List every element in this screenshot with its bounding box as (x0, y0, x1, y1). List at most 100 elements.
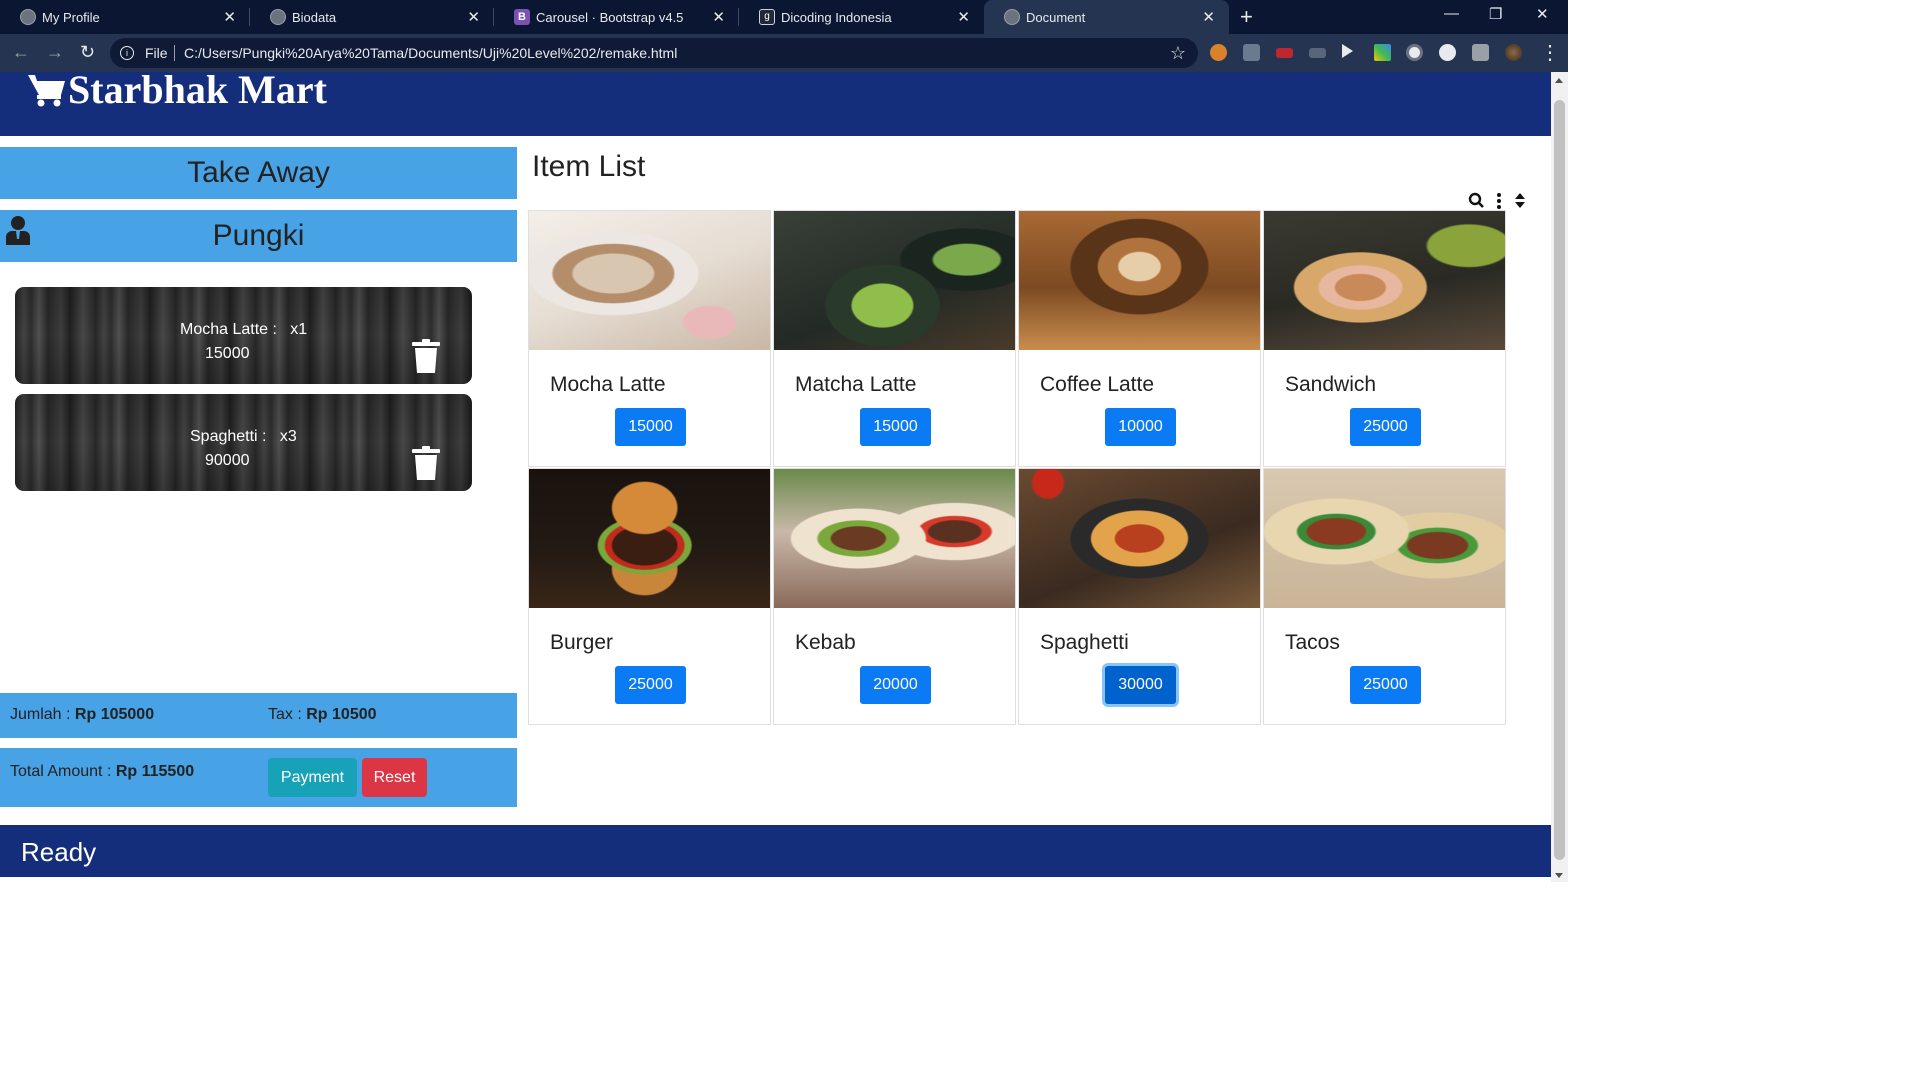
scrollbar-thumb[interactable] (1554, 100, 1565, 860)
reset-button[interactable]: Reset (362, 758, 427, 797)
sort-icon[interactable] (1515, 193, 1525, 208)
payment-button[interactable]: Payment (268, 758, 357, 797)
menu-item-card[interactable]: Burger 25000 (528, 468, 771, 725)
address-divider (174, 45, 175, 61)
cart-item: Mocha Latte : x1 15000 (15, 287, 472, 384)
brand-logo[interactable]: Starbhak Mart (28, 72, 327, 113)
tax-amount: Tax : Rp 10500 (268, 706, 377, 723)
menu-item-price-button[interactable]: 15000 (860, 408, 931, 446)
page-viewport: Starbhak Mart Take Away Pungki Mocha Lat… (0, 72, 1551, 882)
address-url[interactable]: C:/Users/Pungki%20Arya%20Tama/Documents/… (184, 38, 677, 68)
order-mode-header: Take Away (0, 147, 517, 199)
minimize-icon[interactable]: — (1444, 5, 1459, 22)
close-tab-icon[interactable]: ✕ (467, 8, 480, 26)
matcha-latte-photo (774, 211, 1015, 350)
avatar[interactable] (1505, 44, 1522, 61)
subtotal-amount: Jumlah : Rp 105000 (10, 706, 155, 723)
menu-item-card[interactable]: Mocha Latte 15000 (528, 210, 771, 467)
browser-toolbar: ← → ↻ i File C:/Users/Pungki%20Arya%20Ta… (0, 34, 1568, 72)
tab-carousel-bootstrap[interactable]: B Carousel · Bootstrap v4.5 ✕ (494, 0, 739, 34)
tab-dicoding[interactable]: g Dicoding Indonesia ✕ (739, 0, 984, 34)
menu-item-price-button[interactable]: 25000 (1350, 408, 1421, 446)
menu-item-name: Kebab (795, 631, 856, 654)
mocha-latte-photo (529, 211, 770, 350)
sandwich-photo (1264, 211, 1505, 350)
spaghetti-photo (1019, 469, 1260, 608)
page-scrollbar[interactable] (1551, 72, 1568, 882)
globe-icon (20, 9, 36, 25)
browser-tab-strip: My Profile ✕ Biodata ✕ B Carousel · Boot… (0, 0, 1568, 34)
extension-icon[interactable] (1342, 44, 1353, 58)
reload-icon[interactable]: ↻ (80, 42, 95, 63)
back-icon[interactable]: ← (12, 42, 30, 63)
globe-icon (270, 9, 286, 25)
trash-icon[interactable] (412, 446, 440, 480)
close-tab-icon[interactable]: ✕ (712, 8, 725, 26)
dicoding-icon: g (759, 9, 775, 25)
total-amount: Total Amount : Rp 115500 (10, 763, 195, 780)
scroll-down-icon[interactable] (1555, 873, 1563, 878)
restore-icon[interactable]: ❐ (1489, 5, 1502, 23)
tab-title: Document (1026, 9, 1086, 25)
tab-my-profile[interactable]: My Profile ✕ (0, 0, 250, 34)
menu-item-card[interactable]: Tacos 25000 (1263, 468, 1506, 725)
globe-icon (1004, 9, 1020, 25)
extension-icon[interactable] (1374, 44, 1391, 61)
cart-item-name-qty: Mocha Latte : x1 (180, 321, 308, 338)
menu-item-card[interactable]: Matcha Latte 15000 (773, 210, 1016, 467)
window-close-icon[interactable]: ✕ (1536, 5, 1549, 23)
menu-item-card[interactable]: Sandwich 25000 (1263, 210, 1506, 467)
trash-icon[interactable] (412, 339, 440, 373)
item-list-title: Item List (532, 150, 646, 183)
burger-photo (529, 469, 770, 608)
menu-item-price-button[interactable]: 30000 (1105, 666, 1176, 704)
menu-item-name: Spaghetti (1040, 631, 1129, 654)
menu-item-card[interactable]: Coffee Latte 10000 (1018, 210, 1261, 467)
tab-document[interactable]: Document ✕ (984, 0, 1229, 34)
tab-biodata[interactable]: Biodata ✕ (250, 0, 494, 34)
new-tab-button[interactable]: + (1240, 4, 1253, 30)
extension-icon[interactable] (1406, 44, 1423, 61)
menu-item-price-button[interactable]: 20000 (860, 666, 931, 704)
extension-icon[interactable] (1309, 48, 1326, 58)
user-icon (6, 216, 30, 245)
menu-item-card[interactable]: Spaghetti 30000 (1018, 468, 1261, 725)
customer-name: Pungki (212, 219, 305, 252)
tab-title: My Profile (42, 9, 100, 25)
cart-item-subtotal: 90000 (205, 452, 250, 469)
menu-item-name: Tacos (1285, 631, 1340, 654)
shopping-cart-icon (28, 74, 65, 106)
status-text: Ready (21, 837, 97, 867)
menu-item-card[interactable]: Kebab 20000 (773, 468, 1016, 725)
search-icon[interactable] (1468, 192, 1484, 208)
forward-icon[interactable]: → (46, 42, 64, 63)
cart-item: Spaghetti : x3 90000 (15, 394, 472, 491)
close-tab-icon[interactable]: ✕ (223, 8, 236, 26)
cart-item-subtotal: 15000 (205, 345, 250, 362)
cart-item-name-qty: Spaghetti : x3 (190, 428, 297, 445)
menu-item-price-button[interactable]: 10000 (1105, 408, 1176, 446)
extension-icon[interactable] (1439, 44, 1456, 61)
bootstrap-icon: B (514, 9, 530, 25)
bookmark-star-icon[interactable]: ☆ (1170, 38, 1186, 68)
menu-item-price-button[interactable]: 15000 (615, 408, 686, 446)
tab-title: Dicoding Indonesia (781, 9, 892, 25)
info-icon[interactable]: i (120, 46, 134, 60)
address-bar[interactable]: i File C:/Users/Pungki%20Arya%20Tama/Doc… (110, 38, 1198, 68)
total-bar: Total Amount : Rp 115500 Payment Reset (0, 748, 517, 807)
close-tab-icon[interactable]: ✕ (1202, 8, 1215, 26)
menu-item-name: Sandwich (1285, 373, 1377, 396)
extension-icon[interactable] (1243, 44, 1260, 61)
menu-item-price-button[interactable]: 25000 (1350, 666, 1421, 704)
subtotal-bar: Jumlah : Rp 105000 Tax : Rp 10500 (0, 693, 517, 738)
puzzle-icon[interactable] (1472, 44, 1489, 61)
extension-icon[interactable] (1276, 48, 1293, 58)
scroll-up-icon[interactable] (1555, 78, 1563, 83)
menu-item-name: Matcha Latte (795, 373, 917, 396)
extension-icon[interactable] (1210, 44, 1227, 61)
menu-item-name: Burger (550, 631, 614, 654)
more-vertical-icon[interactable] (1497, 193, 1501, 209)
browser-menu-icon[interactable]: ⋮ (1540, 40, 1560, 65)
menu-item-price-button[interactable]: 25000 (615, 666, 686, 704)
close-tab-icon[interactable]: ✕ (957, 8, 970, 26)
